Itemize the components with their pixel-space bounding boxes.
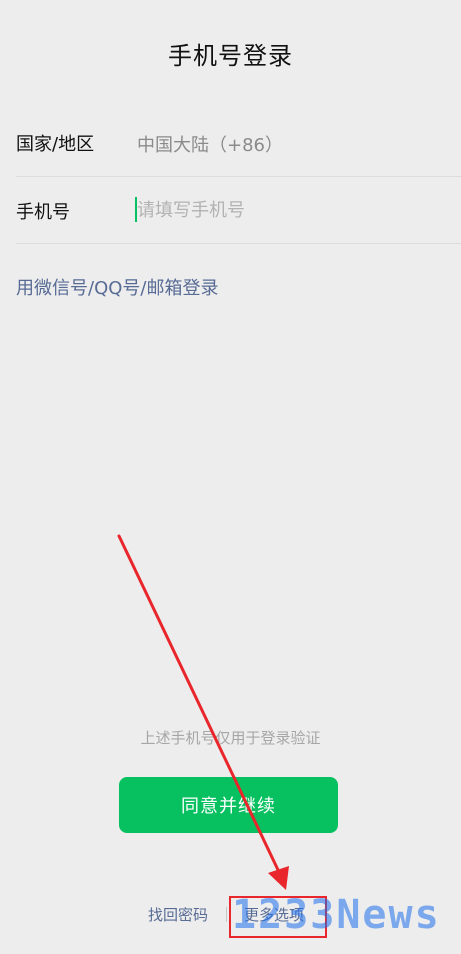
link-separator xyxy=(226,907,227,922)
login-notice: 上述手机号仅用于登录验证 xyxy=(140,729,321,747)
page-title: 手机号登录 xyxy=(168,42,293,70)
phone-label: 手机号 xyxy=(16,202,70,223)
login-screen: 手机号登录 国家/地区 中国大陆（+86） 手机号 用微信号/QQ号/邮箱登录 … xyxy=(0,0,461,954)
country-region-value[interactable]: 中国大陆（+86） xyxy=(137,131,283,157)
divider xyxy=(16,176,461,177)
find-password-link[interactable]: 找回密码 xyxy=(148,904,208,925)
country-region-row[interactable]: 国家/地区 中国大陆（+86） xyxy=(0,110,461,176)
phone-row: 手机号 xyxy=(0,178,461,244)
country-region-label: 国家/地区 xyxy=(16,134,95,155)
watermark-logo: 1233News xyxy=(232,892,441,938)
agree-continue-button[interactable]: 同意并继续 xyxy=(119,777,338,833)
divider xyxy=(16,243,461,244)
phone-input[interactable] xyxy=(137,196,437,224)
alt-login-link[interactable]: 用微信号/QQ号/邮箱登录 xyxy=(16,274,218,300)
